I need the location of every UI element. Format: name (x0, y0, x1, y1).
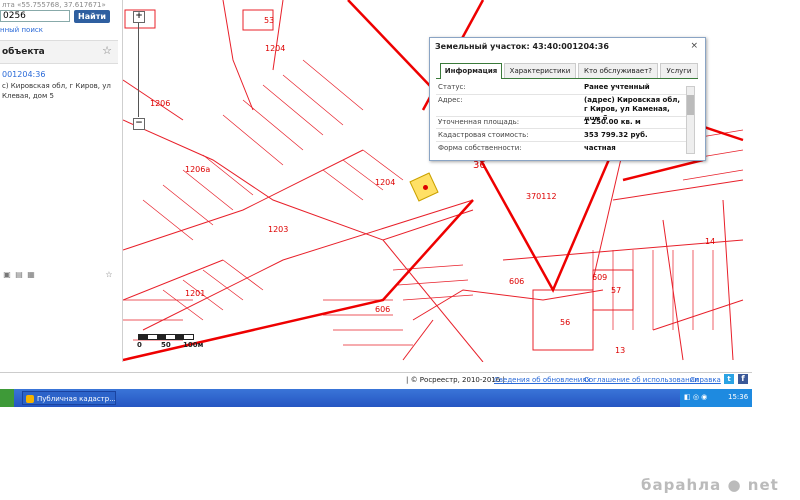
tab-who-serves[interactable]: Кто обслуживает? (578, 63, 658, 78)
left-sidebar: лта «55.755768, 37.617671» Найти нный по… (0, 0, 123, 362)
help-link[interactable]: Справка (690, 376, 721, 384)
map-label: 1204 (375, 178, 396, 187)
system-tray: ◧ ◎ ◉ 15:36 (680, 389, 752, 407)
objects-title: объекта (2, 47, 45, 57)
objects-panel-header: объекта ☆ (0, 40, 118, 64)
map-label: 1204 (265, 44, 286, 53)
row-value: 1 250.00 кв. м (584, 118, 641, 126)
row-label: Кадастровая стоимость: (438, 131, 529, 139)
map-label: 1201 (185, 289, 206, 298)
scale-label-zero: 0 (137, 341, 142, 349)
scale-label-mid: 50 (161, 341, 171, 349)
row-label: Уточненная площадь: (438, 118, 520, 126)
popup-tabs: Информация Характеристики Кто обслуживае… (436, 62, 698, 79)
export-icon[interactable]: ▤ (14, 270, 24, 280)
taskbar-window-item[interactable]: Публичная кадастр... (22, 391, 116, 405)
row-label: Статус: (438, 83, 466, 91)
coordinates-text: лта «55.755768, 37.617671» (2, 1, 106, 9)
scale-label-end: 100м (183, 341, 204, 349)
advanced-search-link[interactable]: нный поиск (0, 26, 43, 34)
row-label: Форма собственности: (438, 144, 522, 152)
start-button[interactable] (0, 389, 14, 407)
scale-bar (138, 334, 194, 340)
zoom-out-button[interactable]: − (133, 118, 145, 130)
twitter-icon[interactable]: t (724, 374, 734, 384)
tab-services[interactable]: Услуги (660, 63, 698, 78)
sidebar-tools: ▣ ▤ ▦ ☆ (0, 270, 118, 282)
taskbar-item-label: Публичная кадастр... (37, 395, 116, 403)
popup-scrollbar[interactable] (686, 86, 695, 154)
zoom-in-button[interactable]: + (133, 11, 145, 23)
browser-icon (26, 395, 34, 403)
tab-characteristics[interactable]: Характеристики (504, 63, 576, 78)
map-label: 370112 (526, 192, 557, 201)
watermark: бараhла ● net (641, 476, 779, 494)
tab-info[interactable]: Информация (440, 63, 502, 79)
map-label: 13 (615, 346, 626, 355)
row-divider (436, 94, 686, 95)
close-icon[interactable]: × (690, 41, 698, 51)
tray-icons[interactable]: ◧ ◎ ◉ (684, 393, 707, 401)
row-divider (436, 116, 686, 117)
map-label: 57 (611, 286, 622, 295)
search-input[interactable] (0, 10, 70, 22)
excel-icon[interactable]: ▦ (26, 270, 36, 280)
parcel-info-popup: Земельный участок: 43:40:001204:36 × Инф… (429, 37, 706, 161)
map-label: 1206а (185, 165, 211, 174)
zoom-slider[interactable] (138, 23, 139, 117)
popup-title: Земельный участок: 43:40:001204:36 (435, 42, 609, 51)
page-footer: | © Росреестр, 2010-2016 | Сведения об о… (0, 372, 752, 387)
map-label: 606 (375, 305, 391, 314)
map-label: 609 (592, 273, 608, 282)
map-label: 14 (705, 237, 716, 246)
search-row: Найти (0, 10, 118, 24)
row-divider (436, 141, 686, 142)
row-value: Ранее учтенный (584, 83, 650, 91)
map-label: 56 (560, 318, 571, 327)
row-value: 353 799.32 руб. (584, 131, 648, 139)
map-label: 1203 (268, 225, 289, 234)
object-address: с) Кировская обл, г Киров, ул Клевая, до… (2, 82, 111, 100)
object-id-link[interactable]: 001204:36 (2, 70, 45, 79)
clock: 15:36 (728, 393, 749, 401)
row-label: Адрес: (438, 96, 463, 104)
map-label: 1206 (150, 99, 171, 108)
copyright-text: | © Росреестр, 2010-2016 | (406, 376, 505, 384)
search-button[interactable]: Найти (74, 10, 110, 23)
terms-link[interactable]: Соглашение об использовании (584, 376, 699, 384)
star-icon[interactable]: ☆ (104, 270, 114, 280)
star-icon[interactable]: ☆ (102, 44, 112, 57)
facebook-icon[interactable]: f (738, 374, 748, 384)
map-label: 606 (509, 277, 525, 286)
row-divider (436, 128, 686, 129)
map-label: 36 (473, 160, 486, 171)
print-icon[interactable]: ▣ (2, 270, 12, 280)
scrollbar-thumb[interactable] (687, 95, 694, 115)
location-pin-icon[interactable] (423, 185, 428, 190)
updates-link[interactable]: Сведения об обновлениях (494, 376, 591, 384)
windows-taskbar: Публичная кадастр... ◧ ◎ ◉ 15:36 (0, 389, 752, 407)
row-value: частная (584, 144, 616, 152)
map-label: 53 (264, 16, 275, 25)
